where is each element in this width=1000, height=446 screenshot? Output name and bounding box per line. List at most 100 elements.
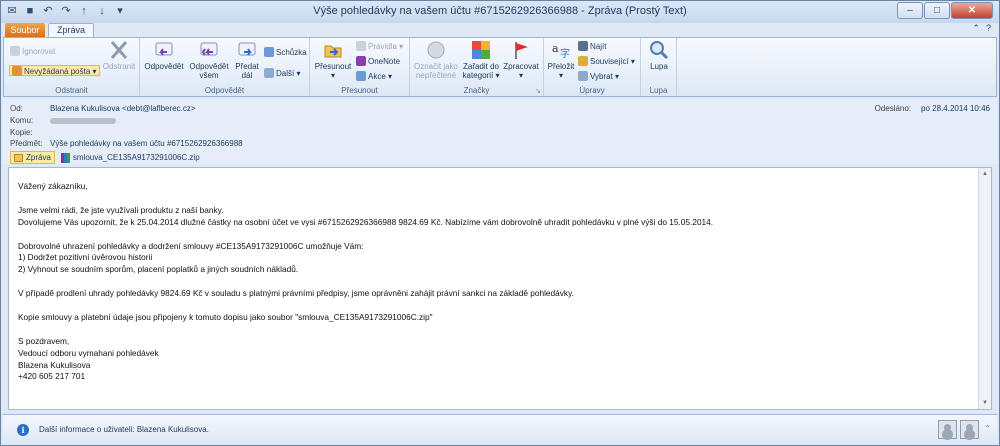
info-icon: i <box>17 424 29 436</box>
message-header: Od: Blazena Kukulisova <debt@laflberec.cz… <box>3 98 997 164</box>
svg-text:a: a <box>552 42 559 55</box>
translate-icon: a字 <box>552 42 570 60</box>
body-line: Dovolujeme Vás upozornit, že k 25.04.201… <box>18 216 714 227</box>
group-editing: a字 Přeložit ▾ Najít Související ▾ Vybrat… <box>544 38 641 96</box>
categorize-button[interactable]: Zařadit do kategorií ▾ <box>461 40 501 80</box>
group-delete: Ignorovat Nevyžádaná pošta ▾ Odstranit O… <box>4 38 140 96</box>
cursor-icon <box>578 71 588 81</box>
window-title: Výše pohledávky na vašem účtu #671526292… <box>313 5 687 17</box>
tab-message[interactable]: Zpráva <box>48 23 94 38</box>
minimize-button[interactable]: – <box>897 2 923 19</box>
related-button[interactable]: Související ▾ <box>578 56 635 67</box>
tags-dialog-launcher-icon[interactable]: ↘ <box>535 87 541 95</box>
rules-button[interactable]: Pravidla ▾ <box>356 41 403 52</box>
from-row: Od: Blazena Kukulisova <debt@laflberec.cz… <box>10 104 196 114</box>
more-icon <box>264 68 274 78</box>
select-button[interactable]: Vybrat ▾ <box>578 71 619 82</box>
meeting-button[interactable]: Schůzka <box>264 47 307 58</box>
group-move: Přesunout ▾ Pravidla ▾ OneNote Akce ▾ Př… <box>310 38 410 96</box>
close-button[interactable]: ✕ <box>951 2 993 19</box>
actions-icon <box>356 71 366 81</box>
people-pane-info[interactable]: Další informace o uživateli: Blazena Kuk… <box>39 425 209 434</box>
move-button[interactable]: Přesunout ▾ <box>313 40 353 80</box>
attachment-bar: Zpráva smlouva_CE135A9173291006C.zip <box>10 151 204 164</box>
rules-icon <box>356 41 366 51</box>
sent-value: po 28.4.2014 10:46 <box>921 104 990 113</box>
group-zoom: Lupa Lupa <box>641 38 677 96</box>
message-text: Vážený zákazníku, Jsme velmi rádi, že js… <box>18 181 968 383</box>
translate-button[interactable]: a字 Přeložit ▾ <box>546 40 576 80</box>
people-pane: i Další informace o uživateli: Blazena K… <box>3 414 997 444</box>
to-label: Komu: <box>10 116 34 125</box>
ignore-icon <box>10 46 20 56</box>
scroll-down-arrow-icon[interactable]: ▼ <box>980 398 990 408</box>
svg-text:字: 字 <box>560 47 570 60</box>
forward-button[interactable]: Předat dál <box>232 40 262 80</box>
reply-all-button[interactable]: Odpovědět všem <box>188 40 230 80</box>
delete-button[interactable]: Odstranit <box>101 40 137 71</box>
body-line: Vážený zákazníku, <box>18 181 88 191</box>
group-label-editing: Úpravy <box>579 86 605 95</box>
move-folder-icon <box>324 45 342 58</box>
junk-icon <box>12 66 22 76</box>
body-line: Vedoucí odboru vymahani pohledávek <box>18 347 159 358</box>
body-line: V případě prodlení uhrady pohledávky 982… <box>18 288 574 299</box>
categorize-icon <box>472 41 490 59</box>
mark-unread-icon <box>427 41 445 59</box>
zip-archive-icon <box>60 152 70 163</box>
ignore-button[interactable]: Ignorovat <box>10 46 55 57</box>
maximize-button[interactable]: □ <box>924 2 950 19</box>
reply-button[interactable]: Odpovědět <box>142 40 186 71</box>
vertical-scrollbar[interactable]: ▲ ▼ <box>978 168 991 409</box>
window-controls: – □ ✕ <box>897 2 993 19</box>
ribbon-tab-icons: ⌃ ? <box>972 23 991 34</box>
actions-button[interactable]: Akce ▾ <box>356 71 392 82</box>
title-bar: ✉ ■ ↶ ↷ ↑ ↓ ▾ Výše pohledávky na vašem ú… <box>1 1 999 23</box>
related-icon <box>578 56 588 66</box>
scroll-up-arrow-icon[interactable]: ▲ <box>980 169 990 179</box>
from-value[interactable]: Blazena Kukulisova <debt@laflberec.cz> <box>50 104 196 113</box>
onenote-icon <box>356 56 366 66</box>
onenote-button[interactable]: OneNote <box>356 56 400 67</box>
subject-label: Předmět: <box>10 139 43 148</box>
group-label-tags: Značky <box>463 86 490 95</box>
meeting-icon <box>264 47 274 57</box>
body-line: 2) Vyhnout se soudním sporům, placení po… <box>18 264 299 275</box>
help-icon[interactable]: ? <box>986 23 991 34</box>
body-line: Jsme velmi rádi, že jste využívali produ… <box>18 204 224 215</box>
message-body[interactable]: Vážený zákazníku, Jsme velmi rádi, že js… <box>8 167 992 410</box>
forward-icon <box>238 42 256 56</box>
minimize-ribbon-icon[interactable]: ⌃ <box>972 23 980 34</box>
group-respond: Odpovědět Odpovědět všem Předat dál Schůzk… <box>140 38 310 96</box>
attachment-message[interactable]: Zpráva <box>10 151 55 164</box>
mark-unread-button[interactable]: Označit jako nepřečtené <box>412 40 460 80</box>
group-label-respond: Odpovědět <box>204 86 245 95</box>
to-value-redacted <box>50 117 116 124</box>
recipient-avatar[interactable] <box>960 420 979 439</box>
to-row: Komu: <box>10 116 116 126</box>
junk-button[interactable]: Nevyžádaná pošta ▾ <box>9 65 100 76</box>
zoom-button[interactable]: Lupa <box>644 40 674 71</box>
sender-avatar[interactable] <box>938 420 957 439</box>
body-line: Dobrovolné uhrazení pohledávky a dodržen… <box>18 240 364 251</box>
cc-row: Kopie: <box>10 128 50 138</box>
attachment-zip[interactable]: smlouva_CE135A9173291006C.zip <box>57 151 204 164</box>
tab-file[interactable]: Soubor <box>5 23 45 37</box>
expand-people-pane-icon[interactable]: ⌃ <box>984 424 991 433</box>
message-envelope-icon <box>14 153 23 162</box>
from-label: Od: <box>10 104 23 113</box>
body-line: +420 605 217 701 <box>18 371 86 382</box>
more-respond-button[interactable]: Další ▾ <box>264 68 300 79</box>
group-label-delete: Odstranit <box>55 86 88 95</box>
ribbon: Ignorovat Nevyžádaná pošta ▾ Odstranit O… <box>3 37 997 97</box>
subject-value: Výše pohledávky na vašem účtu #671526292… <box>50 139 243 148</box>
ribbon-tab-row: Soubor Zpráva ⌃ ? <box>1 23 999 38</box>
find-button[interactable]: Najít <box>578 41 606 52</box>
reply-all-icon <box>200 42 218 56</box>
group-tags: Označit jako nepřečtené Zařadit do kategor… <box>410 38 544 96</box>
delete-x-icon <box>110 41 128 59</box>
follow-up-button[interactable]: Zpracovat ▾ <box>502 40 540 80</box>
